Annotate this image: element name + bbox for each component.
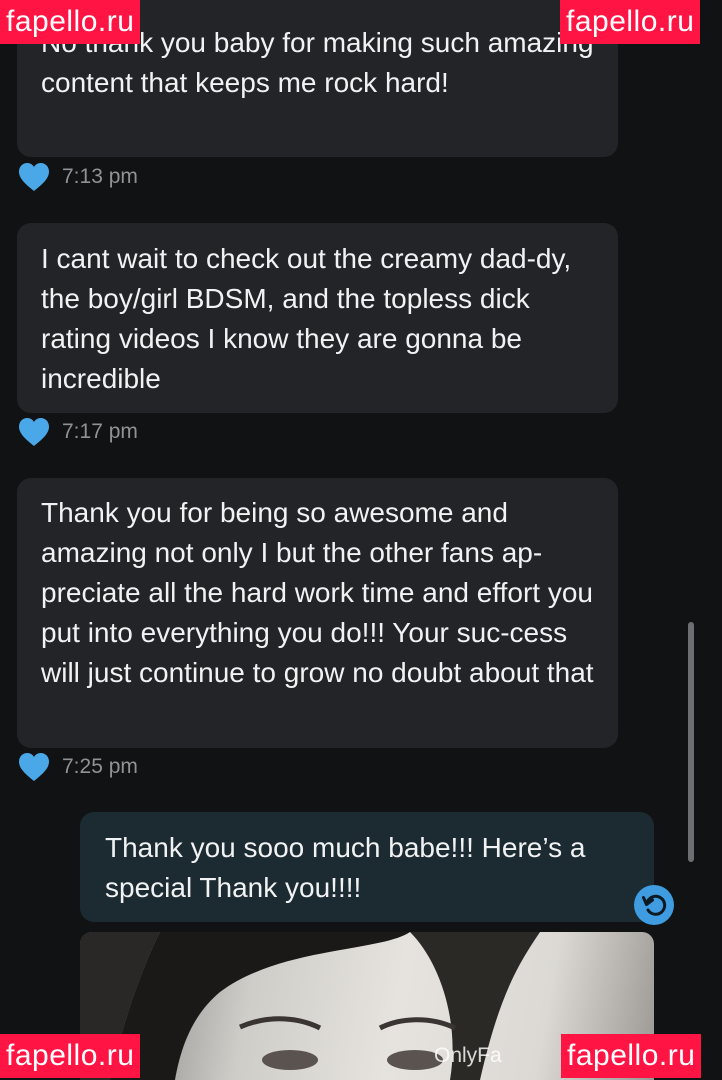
message-time: 7:13 pm bbox=[62, 165, 138, 188]
watermark-badge: fapello.ru bbox=[0, 1034, 141, 1078]
watermark-badge: fapello.ru bbox=[561, 1034, 702, 1078]
message-time: 7:25 pm bbox=[62, 755, 138, 778]
message-bubble-incoming[interactable]: Thank you for being so awesome and amazi… bbox=[17, 478, 618, 748]
message-bubble-outgoing[interactable]: Thank you sooo much babe!!! Here’s a spe… bbox=[80, 812, 654, 922]
scrollbar[interactable] bbox=[688, 622, 694, 862]
message-meta: 7:25 pm bbox=[18, 750, 138, 784]
message-meta: 7:13 pm bbox=[18, 160, 138, 194]
message-text: Thank you for being so awesome and amazi… bbox=[41, 497, 594, 688]
heart-icon[interactable] bbox=[18, 162, 50, 192]
message-text: Thank you sooo much babe!!! Here’s a spe… bbox=[105, 832, 586, 903]
message-text: I cant wait to check out the creamy dad-… bbox=[41, 243, 572, 394]
message-bubble-incoming[interactable]: I cant wait to check out the creamy dad-… bbox=[17, 223, 618, 413]
undo-icon[interactable] bbox=[634, 885, 674, 925]
heart-icon[interactable] bbox=[18, 752, 50, 782]
watermark-badge: fapello.ru bbox=[560, 0, 701, 44]
watermark-badge: fapello.ru bbox=[0, 0, 141, 44]
message-time: 7:17 pm bbox=[62, 420, 138, 443]
message-meta: 7:17 pm bbox=[18, 415, 138, 449]
heart-icon[interactable] bbox=[18, 417, 50, 447]
media-watermark: OnlyFa bbox=[434, 1044, 502, 1067]
chat-screen: No thank you baby for making such amazin… bbox=[0, 0, 722, 1080]
